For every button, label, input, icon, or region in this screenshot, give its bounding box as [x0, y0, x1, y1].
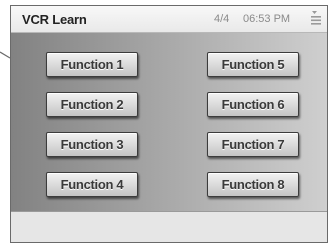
function-5-button[interactable]: Function 5 — [207, 52, 299, 77]
app-title: VCR Learn — [22, 12, 87, 27]
function-3-button[interactable]: Function 3 — [46, 132, 138, 157]
function-6-button[interactable]: Function 6 — [207, 92, 299, 117]
clock: 06:53 PM — [243, 13, 291, 25]
vcr-learn-screen: VCR Learn 4/4 06:53 PM Function 1 Functi… — [10, 5, 328, 243]
button-label: Function 1 — [60, 57, 124, 72]
function-1-button[interactable]: Function 1 — [46, 52, 138, 77]
function-8-button[interactable]: Function 8 — [207, 172, 299, 197]
bottom-bar — [11, 211, 327, 242]
button-label: Function 2 — [60, 97, 124, 112]
button-label: Function 4 — [60, 177, 124, 192]
button-label: Function 3 — [60, 137, 124, 152]
button-label: Function 6 — [221, 97, 285, 112]
function-7-button[interactable]: Function 7 — [207, 132, 299, 157]
button-label: Function 7 — [221, 137, 285, 152]
page-indicator: 4/4 — [214, 13, 230, 25]
function-4-button[interactable]: Function 4 — [46, 172, 138, 197]
button-label: Function 8 — [221, 177, 285, 192]
button-label: Function 5 — [221, 57, 285, 72]
function-grid: Function 1 Function 2 Function 3 Functio… — [11, 33, 327, 211]
title-bar: VCR Learn 4/4 06:53 PM — [11, 6, 327, 33]
function-2-button[interactable]: Function 2 — [46, 92, 138, 117]
menu-icon[interactable] — [309, 10, 323, 26]
